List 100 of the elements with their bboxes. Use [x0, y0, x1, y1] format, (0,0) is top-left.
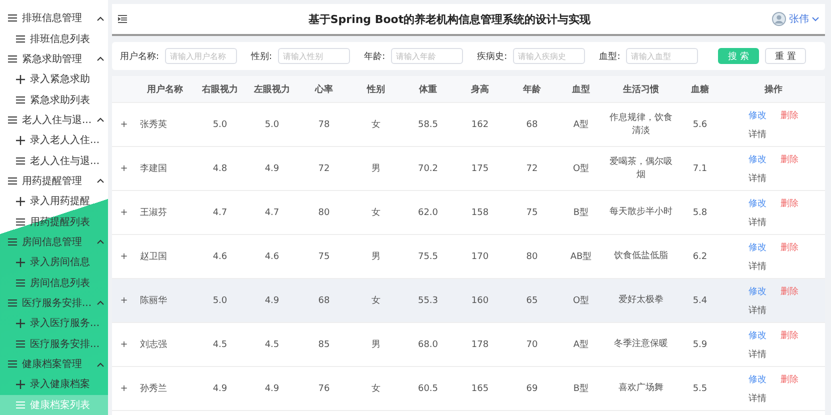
reset-button[interactable]: 重 置	[765, 48, 806, 64]
list-icon	[8, 54, 17, 63]
sidebar-item[interactable]: 录入用药提醒	[0, 191, 108, 212]
expand-toggle[interactable]: +	[112, 120, 136, 130]
field-label: 用户名称:	[120, 50, 160, 62]
avatar-icon[interactable]	[772, 12, 786, 26]
column-header: 生活习惯	[622, 83, 660, 96]
sidebar-item[interactable]: 排班信息列表	[0, 28, 108, 49]
sidebar-group[interactable]: 排班信息管理	[0, 8, 108, 28]
sidebar-item[interactable]: 录入健康档案	[0, 374, 108, 395]
expand-toggle[interactable]: +	[112, 164, 136, 174]
input-field[interactable]: 请输入疾病史	[513, 48, 586, 64]
expand-toggle[interactable]: +	[112, 384, 136, 394]
table-cell-text: 70	[525, 340, 539, 350]
sidebar-group[interactable]: 房间信息管理	[0, 232, 108, 252]
chevron-down-icon[interactable]	[812, 16, 819, 22]
column-header: 操作	[764, 84, 784, 96]
field-label: 疾病史:	[477, 50, 508, 62]
input-field[interactable]: 请输入年龄	[391, 48, 464, 64]
table-cell-text: 72	[317, 164, 331, 174]
sidebar-item[interactable]: 老人入住与退...	[0, 150, 108, 171]
table-cell-text: 5.8	[692, 208, 708, 218]
table-cell-text: 5.5	[692, 384, 708, 394]
table-cell-text: 冬季注意保暖	[613, 338, 669, 351]
expand-toggle[interactable]: +	[112, 340, 136, 350]
sidebar-item[interactable]: 医疗服务安排...	[0, 334, 108, 354]
table-cell-text: 4.6	[264, 252, 280, 262]
table-cell-text: O型	[572, 294, 590, 307]
table-cell-text: 每天散步半小时	[608, 206, 674, 219]
details-link[interactable]: 详情	[748, 128, 766, 140]
table-cell-text: 75	[525, 208, 539, 218]
table-row[interactable]: + 李建国 4.8 4.9 72 男 70.2 175 72 O型 爱喝茶，偶尔吸烟 7.1 修改 删除 详情	[112, 147, 825, 191]
sidebar-item[interactable]: 录入房间信息	[0, 252, 108, 272]
table-cell-text: 160	[470, 296, 490, 306]
table-cell-text: 4.9	[264, 384, 280, 394]
expand-toggle[interactable]: +	[112, 296, 136, 306]
sidebar-group[interactable]: 医疗服务安排...	[0, 292, 108, 314]
field-label: 血型:	[599, 50, 620, 62]
table-cell-text: 76	[317, 384, 331, 394]
table-cell-text: 162	[470, 120, 490, 130]
table-row[interactable]: + 孙秀兰 4.9 4.9 76 女 60.5 165 69 B型 喜欢广场舞 5.5 修改 删除 详情	[112, 367, 825, 411]
sidebar-group[interactable]: 老人入住与退...	[0, 110, 108, 130]
table-cell-text: 4.5	[264, 340, 280, 350]
table-cell-text: 85	[317, 340, 331, 350]
sidebar-group[interactable]: 健康档案管理	[0, 354, 108, 374]
plus-icon	[16, 196, 25, 206]
sidebar-group[interactable]: 紧急求助管理	[0, 48, 108, 70]
field-label: 性别:	[251, 50, 272, 62]
table-cell-text: 72	[525, 164, 539, 174]
details-link[interactable]: 详情	[748, 216, 766, 228]
table-cell-text: 4.9	[264, 164, 280, 174]
column-header: 身高	[470, 83, 490, 96]
table-cell-text: AB型	[569, 250, 593, 263]
sidebar-item[interactable]: 紧急求助列表	[0, 89, 108, 110]
details-link[interactable]: 详情	[748, 392, 766, 404]
sidebar-item[interactable]: 录入医疗服务...	[0, 313, 108, 334]
table-row[interactable]: + 刘志强 4.5 4.5 85 男 68.0 178 70 A型 冬季注意保暖 5.9 修改 删除 详情	[112, 323, 825, 367]
list-icon	[8, 238, 17, 246]
sidebar-item[interactable]: 录入老人入住...	[0, 130, 108, 150]
input-field[interactable]: 请输入性别	[278, 48, 350, 64]
expand-toggle[interactable]: +	[112, 252, 136, 262]
table-cell-text: 69	[525, 384, 539, 394]
table-cell-text: 68	[317, 296, 331, 306]
table-cell-text: 孙秀兰	[139, 382, 168, 395]
table-cell-text: 68.0	[416, 340, 440, 350]
table-cell-text: 4.9	[264, 296, 280, 306]
details-link[interactable]: 详情	[748, 172, 766, 184]
table-cell-text: 女	[370, 118, 382, 131]
table-cell-text: 4.9	[212, 384, 228, 394]
table-row[interactable]: + 张秀英 5.0 5.0 78 女 58.5 162 68 A型 作息规律，饮食清淡 5.6 修改 删除 详情	[112, 103, 825, 147]
list-icon	[8, 14, 17, 22]
sidebar-item[interactable]: 录入紧急求助	[0, 69, 108, 90]
menu-icon[interactable]	[118, 15, 127, 23]
table-row[interactable]: + 王淑芬 4.7 4.7 80 女 62.0 158 75 B型 每天散步半小时 5.8 修改 删除 详情	[112, 191, 825, 235]
field-label: 年龄:	[364, 50, 386, 62]
details-link[interactable]: 详情	[748, 260, 766, 272]
list-icon	[8, 176, 17, 185]
table-cell-text: 75	[317, 252, 331, 262]
list-icon	[16, 218, 25, 226]
list-icon	[16, 96, 25, 104]
table-cell-text: 5.4	[692, 296, 708, 306]
table-cell-text: 赵卫国	[139, 250, 168, 263]
table-cell-text: 5.9	[692, 340, 708, 350]
expand-toggle[interactable]: +	[112, 208, 136, 218]
table-cell-text: 4.8	[212, 164, 228, 174]
plus-icon	[16, 380, 25, 389]
input-field[interactable]: 请输入血型	[626, 48, 698, 64]
table-cell-text: 178	[470, 340, 490, 350]
details-link[interactable]: 详情	[748, 304, 766, 316]
details-link[interactable]: 详情	[748, 348, 766, 360]
table-cell-text: A型	[572, 118, 590, 131]
sidebar-item[interactable]: 房间信息列表	[0, 272, 108, 293]
input-field[interactable]: 请输入用户名称	[165, 48, 238, 64]
sidebar-group[interactable]: 用药提醒管理	[0, 170, 108, 192]
user-name[interactable]: 张伟	[789, 12, 809, 26]
plus-icon	[16, 318, 25, 328]
plus-icon	[16, 136, 25, 145]
table-cell-text: 158	[470, 208, 490, 218]
table-cell-text: 喜欢广场舞	[618, 382, 664, 395]
table-row[interactable]: + 陈丽华 5.0 4.9 68 女 55.3 160 65 O型 爱好太极拳 5.4 修改 删除 详情	[112, 279, 825, 323]
